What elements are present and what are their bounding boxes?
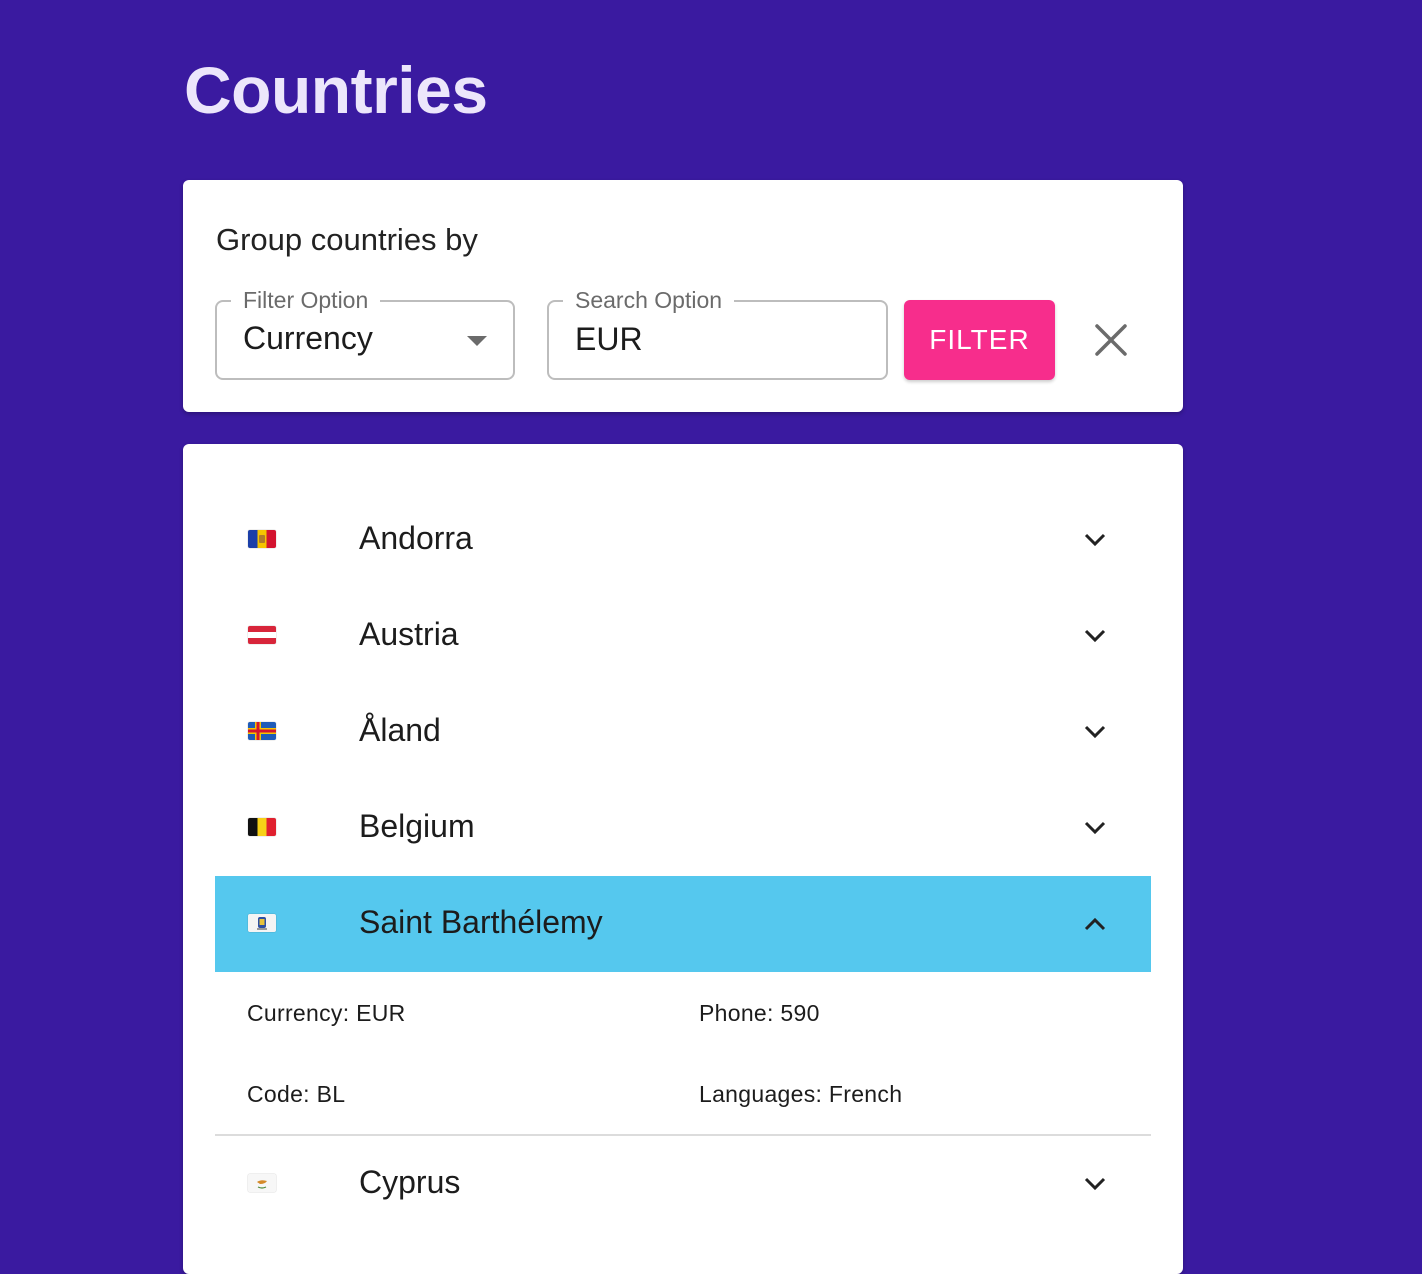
country-row-belgium[interactable]: Belgium [215,780,1151,876]
group-by-label: Group countries by [216,222,478,257]
detail-phone: Phone: 590 [699,1000,820,1026]
austria-flag-icon [248,626,276,644]
country-row-cyprus[interactable]: Cyprus [215,1136,1151,1232]
search-option-label: Search Option [563,285,735,315]
country-details-panel: Currency: EUR Phone: 590 Code: BL Langua… [215,972,1151,1136]
chevron-down-icon[interactable] [1081,526,1109,554]
country-name: Belgium [359,808,475,844]
country-name: Cyprus [359,1164,461,1200]
detail-languages: Languages: French [699,1081,903,1107]
country-row-saint-barthelemy[interactable]: Saint Barthélemy [215,876,1151,972]
chevron-up-icon[interactable] [1081,910,1109,938]
search-option-input[interactable] [575,318,865,360]
filter-button[interactable]: FILTER [904,300,1055,380]
chevron-down-icon[interactable] [1081,718,1109,746]
close-icon[interactable] [1089,318,1133,362]
chevron-down-icon[interactable] [1081,814,1109,842]
page-title: Countries [184,53,488,127]
country-name: Åland [359,712,441,748]
filter-card: Group countries by Filter Option Currenc… [183,180,1183,412]
aland-flag-icon [248,722,276,740]
filter-option-select[interactable]: Filter Option Currency [215,285,515,380]
cyprus-flag-icon [248,1174,276,1192]
saint-barthelemy-flag-icon [248,914,276,932]
detail-code: Code: BL [247,1081,346,1107]
country-name: Andorra [359,520,473,556]
country-row-aland[interactable]: Åland [215,684,1151,780]
country-list: Andorra Austria Åland Belgium Saint Bart… [183,444,1183,1274]
filter-option-value: Currency [243,320,373,356]
detail-currency: Currency: EUR [247,1000,406,1026]
chevron-down-icon[interactable] [1081,1170,1109,1198]
country-row-austria[interactable]: Austria [215,588,1151,684]
andorra-flag-icon [248,530,276,548]
filter-option-label: Filter Option [231,285,381,315]
dropdown-arrow-icon[interactable] [467,336,487,346]
chevron-down-icon[interactable] [1081,622,1109,650]
search-option-field[interactable]: Search Option [547,285,888,380]
country-name: Austria [359,616,459,652]
country-name: Saint Barthélemy [359,904,603,940]
country-row-andorra[interactable]: Andorra [215,492,1151,588]
belgium-flag-icon [248,818,276,836]
